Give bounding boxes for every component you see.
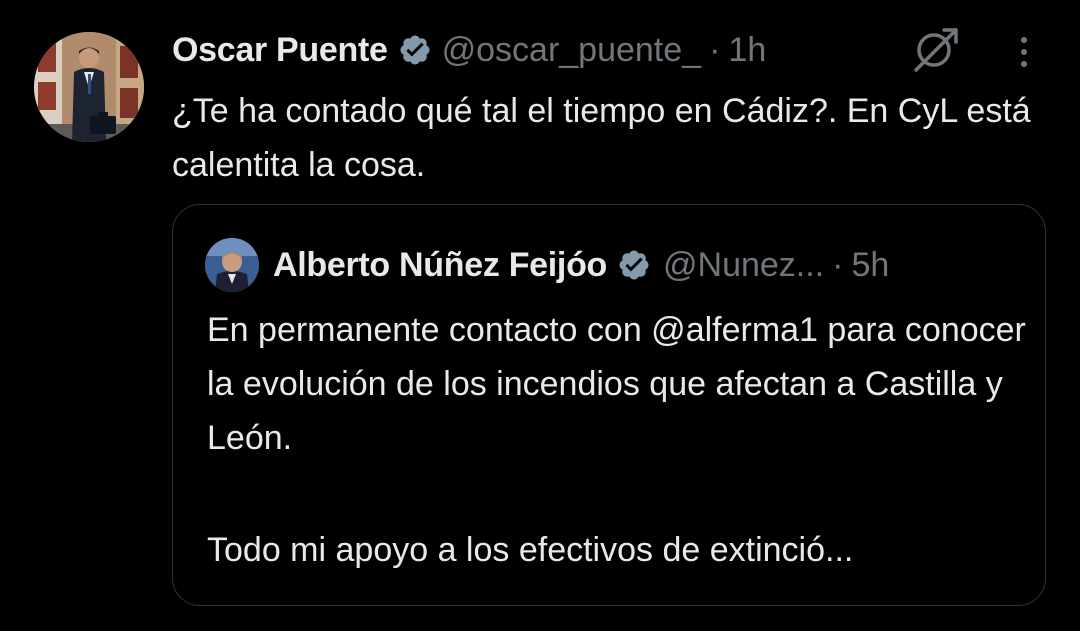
quoted-tweet-text-paragraph-1: En permanente contacto con @alferma1 par… xyxy=(207,311,1026,457)
tweet[interactable]: Oscar Puente @oscar_puente_ · 1h ¿Te ha … xyxy=(0,0,1080,631)
quoted-tweet-header: Alberto Núñez Feijóo @Nunez... · 5h xyxy=(205,238,889,292)
quoted-author-handle[interactable]: @Nunez... xyxy=(663,246,824,285)
verified-badge-icon[interactable] xyxy=(398,33,432,67)
tweet-header: Oscar Puente @oscar_puente_ · 1h xyxy=(172,28,766,72)
quoted-tweet[interactable]: Alberto Núñez Feijóo @Nunez... · 5h En p… xyxy=(172,204,1046,606)
avatar-photo xyxy=(34,32,144,142)
quoted-author-avatar[interactable] xyxy=(205,238,259,292)
verified-badge-icon[interactable] xyxy=(617,248,651,282)
tweet-text: ¿Te ha contado qué tal el tiempo en Cádi… xyxy=(172,92,1031,184)
quoted-tweet-text-paragraph-2: Todo mi apoyo a los efectivos de extinci… xyxy=(207,531,854,569)
separator-dot: · xyxy=(832,245,844,284)
author-avatar[interactable] xyxy=(34,32,144,142)
tweet-timestamp[interactable]: 1h xyxy=(728,31,766,70)
quoted-avatar-photo xyxy=(205,238,259,292)
quoted-tweet-timestamp[interactable]: 5h xyxy=(851,246,889,285)
more-options-icon[interactable] xyxy=(1010,30,1038,74)
author-handle[interactable]: @oscar_puente_ xyxy=(442,31,701,70)
grok-icon[interactable] xyxy=(910,24,960,74)
author-display-name[interactable]: Oscar Puente xyxy=(172,31,388,70)
separator-dot: · xyxy=(709,30,721,69)
quoted-author-display-name[interactable]: Alberto Núñez Feijóo xyxy=(273,246,607,285)
